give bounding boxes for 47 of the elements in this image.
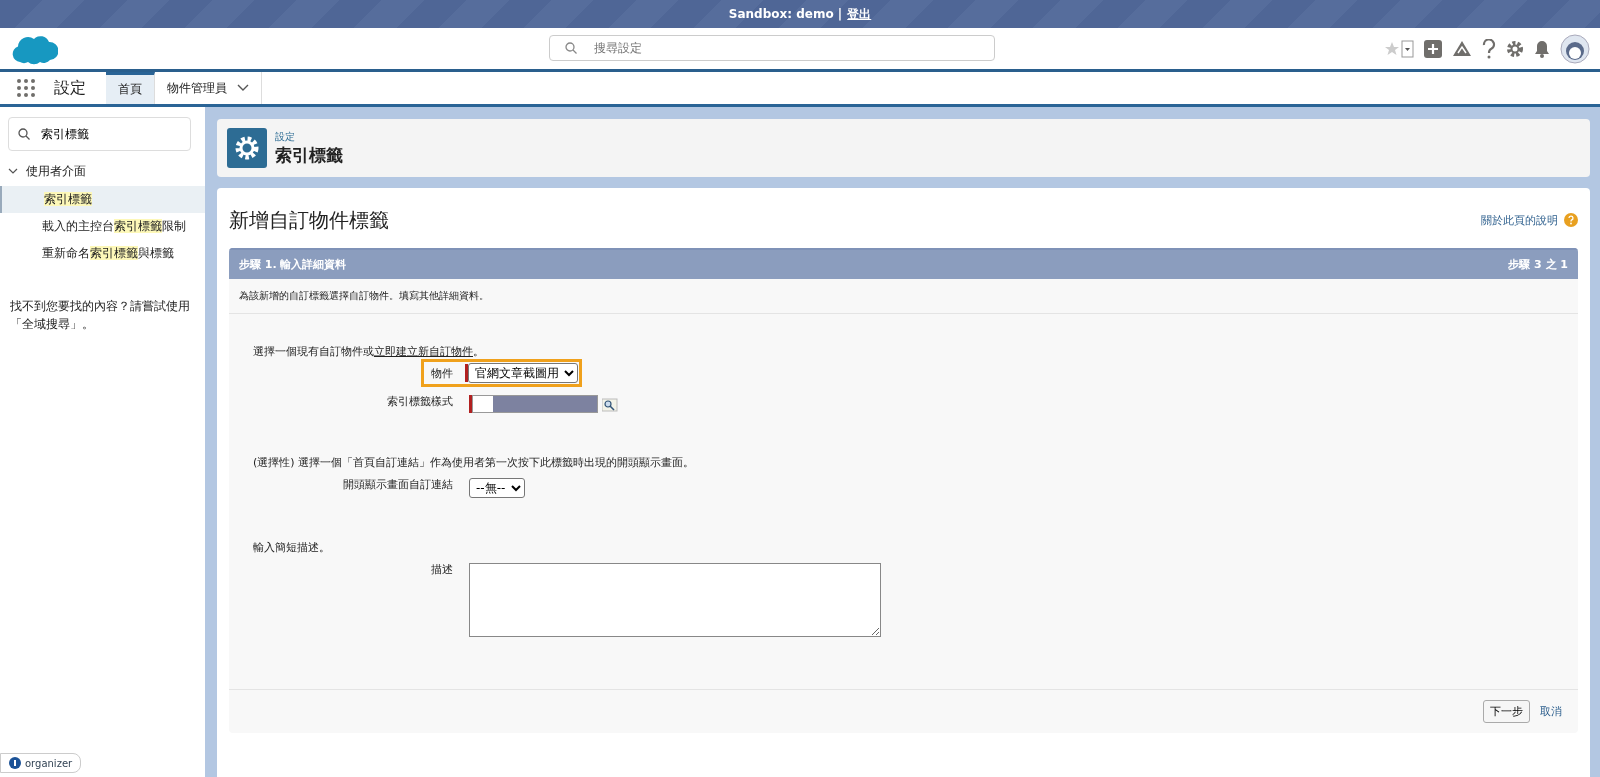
select-field[interactable]: --無--: [469, 478, 525, 498]
app-name: 設定: [54, 77, 86, 99]
bell-icon[interactable]: [1534, 39, 1550, 58]
page-title: 索引標籤: [275, 143, 343, 167]
sidebar-group[interactable]: 使用者介面: [26, 163, 86, 180]
step-title: 步驟 1. 輸入詳細資料: [239, 257, 347, 272]
add-icon[interactable]: [1424, 39, 1442, 58]
sidebar-item[interactable]: 重新命名索引標籤與標籤: [0, 240, 205, 267]
sandbox-label: Sandbox: demo |: [728, 7, 843, 21]
lookup-icon[interactable]: [602, 396, 618, 412]
sidebar-item[interactable]: 索引標籤: [0, 186, 205, 213]
form-title: 新增自訂物件標籤: [229, 206, 390, 234]
quick-find-field[interactable]: 索引標籤: [8, 117, 191, 151]
chevron-down-icon[interactable]: [8, 168, 18, 175]
field-label: 描述: [430, 562, 454, 577]
section-description: 選擇一個現有自訂物件或立即建立新自訂物件。: [252, 344, 485, 359]
tab-style-field[interactable]: [472, 395, 598, 413]
organizer-badge[interactable]: organizer: [0, 753, 82, 773]
description-field[interactable]: [469, 563, 881, 637]
help-icon[interactable]: [1482, 38, 1496, 59]
hint-text: 找不到您要找的內容？請嘗試使用「全域搜尋」。: [9, 298, 191, 333]
settings-icon[interactable]: [1506, 39, 1524, 58]
select-field[interactable]: 官網文章截圖用: [468, 363, 578, 383]
breadcrumb-link[interactable]: 設定: [275, 129, 343, 144]
section-description: 輸入簡短描述。: [252, 540, 331, 555]
step-counter: 步驟 3 之 1: [1508, 257, 1568, 272]
gear-icon: [227, 128, 267, 168]
logout-link[interactable]: 登出: [847, 5, 872, 23]
step-intro: 為該新增的自訂標籤選擇自訂物件。填寫其他詳細資料。: [229, 279, 1578, 314]
search-icon: [18, 128, 30, 140]
avatar-icon[interactable]: [1560, 33, 1590, 64]
sidebar-item[interactable]: 載入的主控台索引標籤限制: [0, 213, 205, 240]
search-icon: [565, 42, 577, 54]
create-object-link[interactable]: 立即建立新自訂物件: [374, 345, 473, 358]
nav-tab[interactable]: 首頁: [106, 72, 155, 104]
app-launcher-icon[interactable]: [16, 78, 36, 98]
field-label: 索引標籤樣式: [386, 394, 454, 409]
field-label: 物件: [430, 366, 454, 381]
next-button[interactable]: 下一步: [1483, 700, 1530, 723]
search-field[interactable]: 搜尋設定: [549, 35, 995, 61]
trailhead-icon[interactable]: [1452, 39, 1472, 58]
cancel-link[interactable]: 取消: [1540, 704, 1562, 719]
help-link[interactable]: 關於此頁的說明: [1481, 212, 1558, 228]
chevron-down-icon[interactable]: [237, 84, 249, 92]
nav-tab[interactable]: 物件管理員: [155, 72, 262, 104]
field-label: 開頭顯示畫面自訂連結: [342, 477, 454, 492]
section-description: (選擇性) 選擇一個「首頁自訂連結」作為使用者第一次按下此標籤時出現的開頭顯示畫面。: [252, 455, 696, 470]
